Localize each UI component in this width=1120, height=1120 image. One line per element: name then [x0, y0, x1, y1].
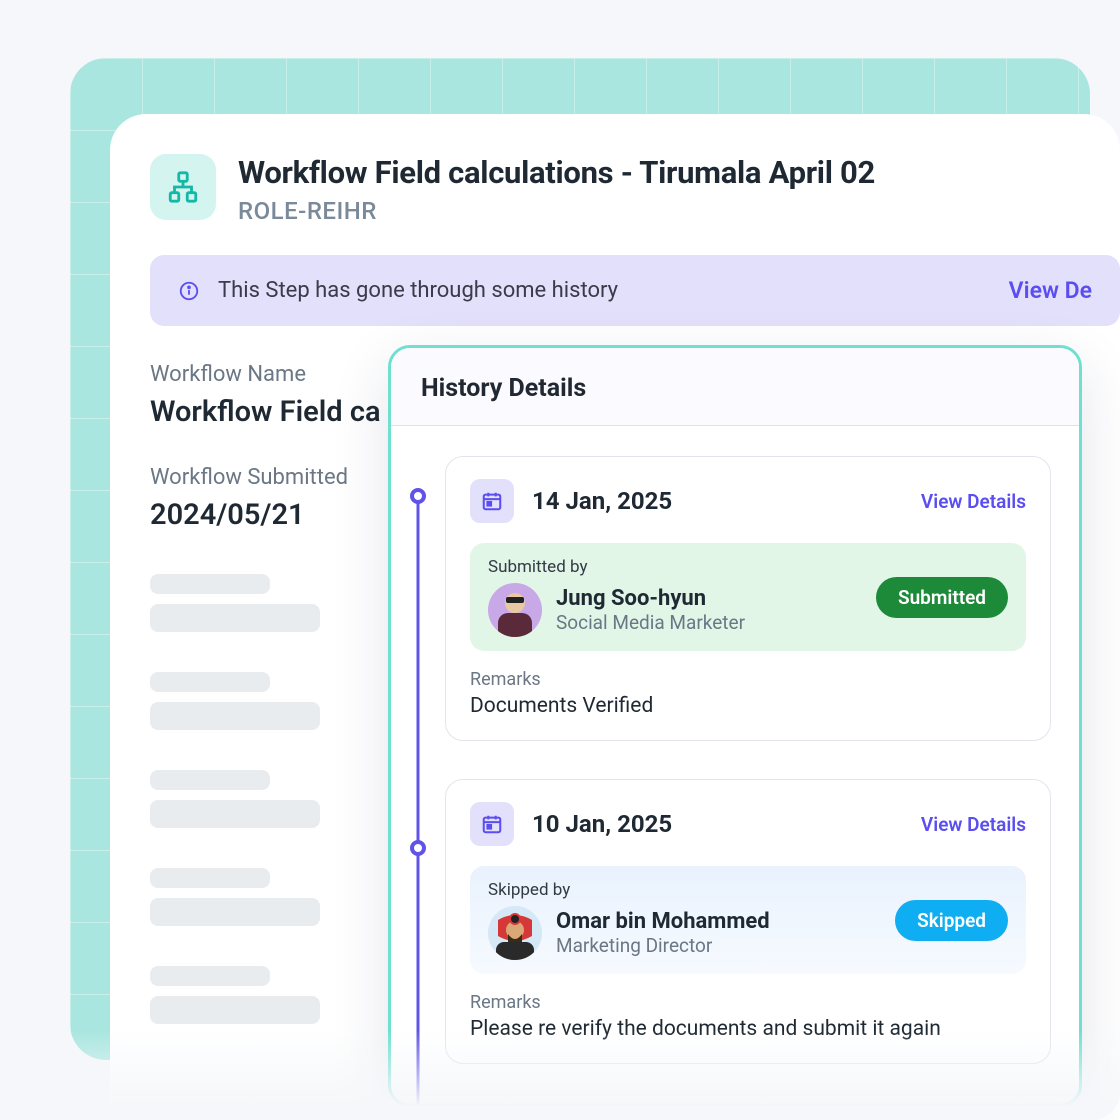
actor-text: Jung Soo-hyun Social Media Marketer [556, 586, 745, 634]
timeline: 14 Jan, 2025 View Details Submitted by [391, 426, 1079, 1064]
calendar-icon-wrap [470, 802, 514, 846]
timeline-line [417, 496, 420, 1107]
skeleton-line [150, 604, 320, 632]
skeleton-line [150, 898, 320, 926]
actor-box: Skipped by [470, 866, 1026, 974]
timeline-dot [410, 840, 426, 856]
status-badge: Submitted [876, 577, 1008, 618]
remarks-text: Documents Verified [470, 694, 1026, 718]
actor-role: Social Media Marketer [556, 611, 745, 634]
actor-name: Jung Soo-hyun [556, 586, 745, 611]
banner-view-details-link[interactable]: View De [1009, 277, 1092, 304]
skeleton-line [150, 574, 270, 594]
calendar-icon [481, 490, 503, 512]
app-frame: Workflow Field calculations - Tirumala A… [0, 0, 1120, 1120]
actor-text: Omar bin Mohammed Marketing Director [556, 909, 770, 957]
remarks-block: Remarks Please re verify the documents a… [470, 992, 1026, 1041]
page-title: Workflow Field calculations - Tirumala A… [238, 154, 875, 191]
actor-role: Marketing Director [556, 934, 770, 957]
card-header: Workflow Field calculations - Tirumala A… [150, 154, 1120, 225]
header-text: Workflow Field calculations - Tirumala A… [238, 154, 875, 225]
skeleton-line [150, 672, 270, 692]
entry-date: 14 Jan, 2025 [532, 487, 903, 515]
history-title: History Details [421, 374, 1049, 403]
workflow-icon-wrap [150, 154, 216, 220]
avatar [488, 906, 542, 960]
actor-action-label: Skipped by [488, 880, 895, 900]
history-banner: This Step has gone through some history … [150, 255, 1120, 326]
entry-view-details-link[interactable]: View Details [921, 813, 1026, 836]
entry-view-details-link[interactable]: View Details [921, 490, 1026, 513]
avatar [488, 583, 542, 637]
actor-name: Omar bin Mohammed [556, 909, 770, 934]
entry-date: 10 Jan, 2025 [532, 810, 903, 838]
remarks-block: Remarks Documents Verified [470, 669, 1026, 718]
skeleton-line [150, 702, 320, 730]
timeline-rail [409, 456, 427, 1064]
calendar-icon [481, 813, 503, 835]
actor-box: Submitted by [470, 543, 1026, 651]
history-entry: 10 Jan, 2025 View Details Skipped by [445, 779, 1051, 1064]
status-badge: Skipped [895, 900, 1008, 941]
entry-header: 10 Jan, 2025 View Details [470, 802, 1026, 846]
actor-info: Submitted by [488, 557, 876, 637]
skeleton-line [150, 996, 320, 1024]
banner-text: This Step has gone through some history [218, 278, 991, 303]
history-header: History Details [391, 348, 1079, 426]
remarks-label: Remarks [470, 669, 1026, 690]
remarks-label: Remarks [470, 992, 1026, 1013]
actor-row: Jung Soo-hyun Social Media Marketer [488, 583, 876, 637]
info-icon [178, 280, 200, 302]
actor-info: Skipped by [488, 880, 895, 960]
page-subtitle: ROLE-REIHR [238, 197, 875, 225]
skeleton-line [150, 868, 270, 888]
skeleton-line [150, 800, 320, 828]
calendar-icon-wrap [470, 479, 514, 523]
history-cards: 14 Jan, 2025 View Details Submitted by [445, 456, 1051, 1064]
actor-action-label: Submitted by [488, 557, 876, 577]
hierarchy-icon [166, 170, 200, 204]
skeleton-line [150, 966, 270, 986]
timeline-dot [410, 488, 426, 504]
remarks-text: Please re verify the documents and submi… [470, 1017, 1026, 1041]
history-details-panel: History Details [388, 345, 1082, 1107]
entry-header: 14 Jan, 2025 View Details [470, 479, 1026, 523]
history-entry: 14 Jan, 2025 View Details Submitted by [445, 456, 1051, 741]
actor-row: Omar bin Mohammed Marketing Director [488, 906, 895, 960]
skeleton-line [150, 770, 270, 790]
